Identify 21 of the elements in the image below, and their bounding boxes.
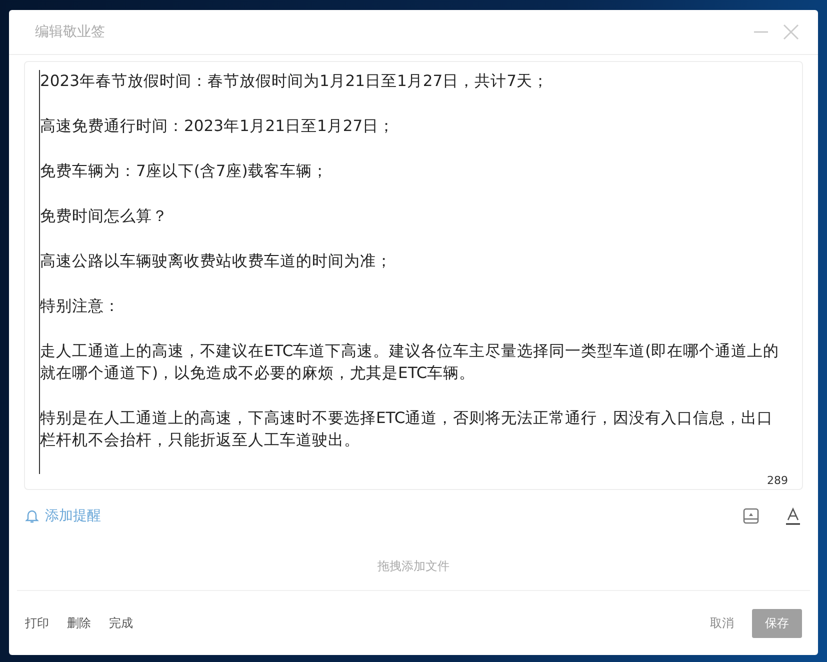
note-paragraph: 走人工通道上的高速，不建议在ETC车道下高速。建议各位车主尽量选择同一类型车道(即在哪个通道上的就在哪个通道下)，以免造成不必要的麻烦，尤其是ETC车辆。 <box>40 341 780 384</box>
footer-action-button[interactable]: 打印 <box>25 612 49 634</box>
footer-action-button[interactable]: 完成 <box>109 612 133 634</box>
window-title: 编辑敬业签 <box>35 23 106 41</box>
note-paragraph: 免费时间怎么算？ <box>40 206 169 227</box>
tray-icon[interactable] <box>741 506 761 526</box>
footer-action-button[interactable]: 删除 <box>67 612 91 634</box>
add-reminder-button[interactable]: 添加提醒 <box>25 507 719 525</box>
cancel-button[interactable]: 取消 <box>710 612 734 634</box>
note-paragraph: 高速免费通行时间：2023年1月21日至1月27日； <box>40 116 396 137</box>
note-paragraph: 特别注意： <box>40 296 121 317</box>
file-drop-zone[interactable]: 拖拽添加文件 <box>17 542 810 591</box>
bell-icon <box>25 508 39 524</box>
note-editor[interactable] <box>24 61 803 490</box>
note-paragraph: 2023年春节放假时间：春节放假时间为1月21日至1月27日，共计7天； <box>40 71 550 92</box>
save-button[interactable]: 保存 <box>752 608 802 638</box>
text-format-icon[interactable] <box>783 506 803 526</box>
character-count: 289 <box>767 474 788 487</box>
note-paragraph: 特别是在人工通道上的高速，下高速时不要选择ETC通道，否则将无法正常通行，因没有入口信息，出口栏杆机不会抬杆，只能折返至人工车道驶出。 <box>40 408 774 451</box>
note-paragraph: 免费车辆为：7座以下(含7座)载客车辆； <box>40 161 329 182</box>
note-paragraph: 高速公路以车辆驶离收费站收费车道的时间为准； <box>40 251 393 272</box>
